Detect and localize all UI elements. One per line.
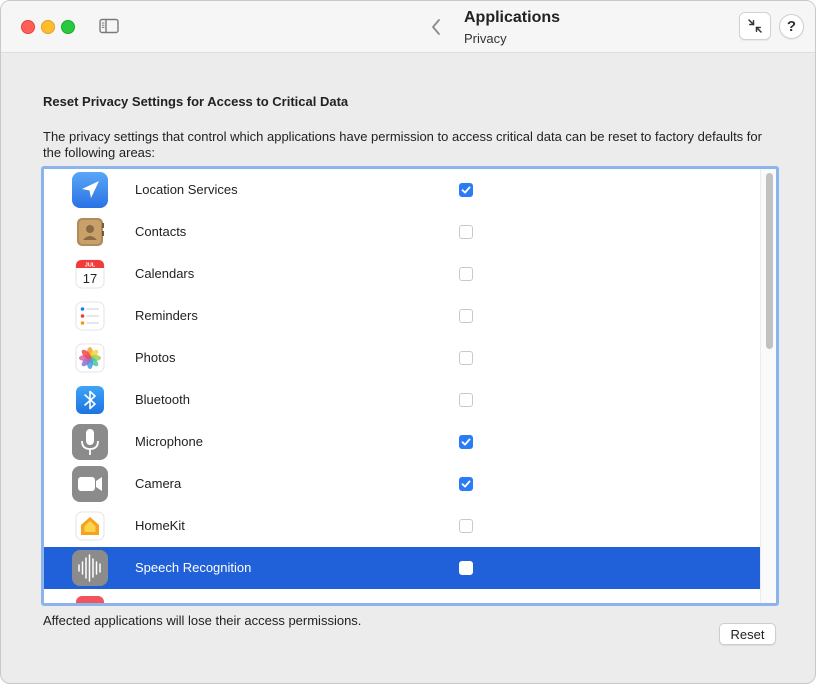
list-item-photos[interactable]: Photos xyxy=(44,337,760,379)
list-item-label: Photos xyxy=(135,350,176,365)
list-item-label: Contacts xyxy=(135,224,187,239)
calendar-day-label: 17 xyxy=(83,271,97,286)
list-item-location-services[interactable]: Location Services xyxy=(44,169,760,211)
window-title: Applications xyxy=(464,9,561,26)
bluetooth-icon xyxy=(76,386,104,414)
list-item-microphone[interactable]: Microphone xyxy=(44,421,760,463)
list-item-calendars[interactable]: JUL 17 Calendars xyxy=(44,253,760,295)
title-bar: Applications Privacy ? xyxy=(1,1,815,53)
list-item-label: Bluetooth xyxy=(135,392,190,407)
privacy-areas-list-content: Location Services Contacts JUL 17 Calend… xyxy=(44,169,760,603)
camera-checkbox[interactable] xyxy=(459,477,473,491)
location-services-checkbox[interactable] xyxy=(459,183,473,197)
list-item-label: Microphone xyxy=(135,434,203,449)
photos-icon xyxy=(75,343,105,373)
list-item-speech-recognition[interactable]: Speech Recognition xyxy=(44,547,760,589)
minimize-window-button[interactable] xyxy=(41,20,55,34)
list-item-reminders[interactable]: Reminders xyxy=(44,295,760,337)
collapse-button[interactable] xyxy=(739,12,771,40)
help-button[interactable]: ? xyxy=(779,14,804,39)
speech-recognition-icon xyxy=(72,550,108,586)
reminders-icon xyxy=(75,301,105,331)
close-window-button[interactable] xyxy=(21,20,35,34)
location-services-icon xyxy=(72,172,108,208)
microphone-icon xyxy=(72,424,108,460)
window-subtitle: Privacy xyxy=(464,31,507,46)
calendar-month-label: JUL xyxy=(85,262,96,268)
back-chevron-icon[interactable] xyxy=(427,16,445,38)
list-item-label: Location Services xyxy=(135,182,238,197)
reset-button[interactable]: Reset xyxy=(719,623,776,645)
microphone-checkbox[interactable] xyxy=(459,435,473,449)
list-scrollbar-thumb[interactable] xyxy=(766,173,773,349)
list-item-label: HomeKit xyxy=(135,518,185,533)
list-item-label: Camera xyxy=(135,476,182,491)
list-scrollbar[interactable] xyxy=(760,169,776,603)
bluetooth-checkbox[interactable] xyxy=(459,393,473,407)
contacts-checkbox[interactable] xyxy=(459,225,473,239)
speech-recognition-checkbox[interactable] xyxy=(459,561,473,575)
privacy-areas-list[interactable]: Location Services Contacts JUL 17 Calend… xyxy=(41,166,779,606)
section-heading: Reset Privacy Settings for Access to Cri… xyxy=(43,94,349,109)
section-description: The privacy settings that control which … xyxy=(43,129,762,160)
zoom-window-button[interactable] xyxy=(61,20,75,34)
sidebar-toggle-icon[interactable] xyxy=(98,17,120,35)
content-area: Reset Privacy Settings for Access to Cri… xyxy=(10,59,806,679)
list-item-label: Calendars xyxy=(135,266,195,281)
list-item-partial[interactable] xyxy=(44,589,760,603)
contacts-icon xyxy=(77,218,104,246)
list-item-bluetooth[interactable]: Bluetooth xyxy=(44,379,760,421)
calendars-checkbox[interactable] xyxy=(459,267,473,281)
checkmark-icon xyxy=(461,480,471,488)
list-item-label: Speech Recognition xyxy=(135,560,252,575)
list-item-camera[interactable]: Camera xyxy=(44,463,760,505)
checkmark-icon xyxy=(461,186,471,194)
camera-icon xyxy=(72,466,108,502)
calendar-icon: JUL 17 xyxy=(75,259,105,289)
list-item-label: Reminders xyxy=(135,308,198,323)
footer-note: Affected applications will lose their ac… xyxy=(43,613,362,628)
homekit-checkbox[interactable] xyxy=(459,519,473,533)
checkmark-icon xyxy=(461,438,471,446)
homekit-icon xyxy=(75,511,105,541)
photos-checkbox[interactable] xyxy=(459,351,473,365)
partial-app-icon xyxy=(76,596,104,603)
list-item-contacts[interactable]: Contacts xyxy=(44,211,760,253)
reminders-checkbox[interactable] xyxy=(459,309,473,323)
privacy-reset-window: Applications Privacy ? Reset Privacy Set… xyxy=(0,0,816,684)
collapse-arrows-icon xyxy=(748,19,762,33)
list-item-homekit[interactable]: HomeKit xyxy=(44,505,760,547)
